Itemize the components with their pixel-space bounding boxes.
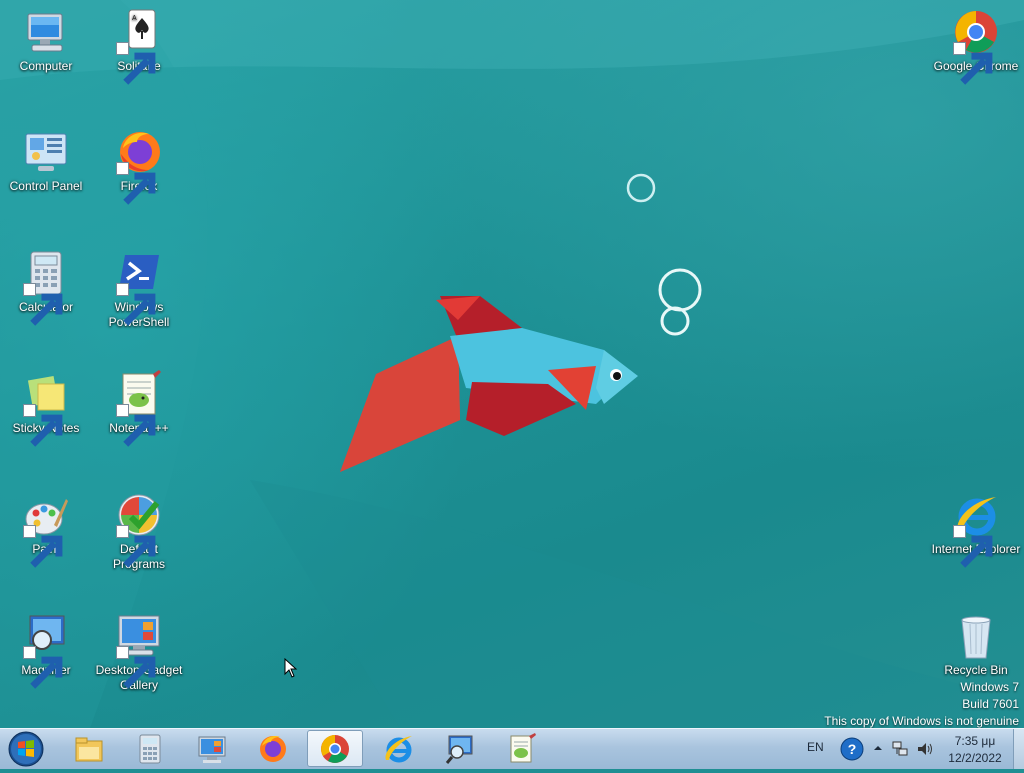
remote-desktop-icon: [198, 736, 226, 763]
network-icon[interactable]: [891, 740, 909, 758]
firefox-icon: [115, 128, 163, 205]
shortcut-arrow-icon: [116, 404, 156, 447]
default-programs-icon: [115, 491, 163, 568]
desktop-icon-label: Control Panel: [9, 179, 83, 193]
calculator-icon: [139, 734, 161, 763]
shortcut-arrow-icon: [23, 283, 63, 326]
desktop-icon-chrome[interactable]: Google Chrome: [930, 8, 1022, 85]
shortcut-arrow-icon: [116, 646, 156, 689]
control-panel-icon: [22, 128, 70, 176]
recycle-bin-icon: [952, 612, 1000, 660]
volume-icon[interactable]: [916, 740, 934, 758]
windows-watermark: Windows 7 Build 7601 This copy of Window…: [824, 679, 1019, 728]
svg-text:A: A: [132, 15, 137, 22]
internet-explorer-icon: [952, 491, 1000, 568]
desktop-icon-firefox[interactable]: Firefox: [93, 128, 185, 205]
mouse-cursor-icon: [284, 658, 298, 678]
desktop-icon-internet-explorer[interactable]: Internet Explorer: [930, 491, 1022, 568]
desktop-icon-gadget-gallery[interactable]: Desktop Gadget Gallery: [93, 612, 185, 693]
desktop-icon-control-panel[interactable]: Control Panel: [0, 128, 92, 194]
svg-text:?: ?: [848, 741, 857, 757]
shortcut-arrow-icon: [953, 42, 993, 85]
clock-time[interactable]: 7:35 μμ: [940, 734, 1010, 748]
shortcut-arrow-icon: [23, 646, 63, 689]
magnifier-icon: [445, 735, 473, 764]
desktop-icon-label: Computer: [19, 59, 73, 73]
windows-orb-icon: [8, 731, 44, 767]
desktop-icon-recycle-bin[interactable]: Recycle Bin: [930, 612, 1022, 678]
desktop[interactable]: Computer Control Panel Calculator Sticky…: [0, 0, 1024, 728]
shortcut-arrow-icon: [23, 404, 63, 447]
shortcut-arrow-icon: [116, 162, 156, 205]
show-hidden-icons-icon[interactable]: [873, 743, 883, 753]
calculator-icon: [22, 249, 70, 326]
solitaire-icon: A: [115, 8, 163, 85]
firefox-icon: [260, 735, 286, 762]
shortcut-arrow-icon: [953, 525, 993, 568]
help-icon[interactable]: ?: [840, 737, 864, 761]
shortcut-arrow-icon: [116, 525, 156, 568]
taskbar: EN ? 7:35 μμ 12/2/2022: [0, 728, 1024, 769]
taskbar-calculator-button[interactable]: [122, 730, 178, 767]
clock-date[interactable]: 12/2/2022: [940, 751, 1010, 765]
magnifier-icon: [22, 612, 70, 689]
taskbar-notepadpp-button[interactable]: [493, 730, 549, 767]
computer-icon: [22, 8, 70, 56]
desktop-icon-sticky-notes[interactable]: Sticky Notes: [0, 370, 92, 447]
taskbar-internet-explorer-button[interactable]: [370, 730, 426, 767]
chrome-icon: [952, 8, 1000, 85]
sticky-notes-icon: [22, 370, 70, 447]
gadget-gallery-icon: [115, 612, 163, 689]
chrome-icon: [321, 734, 349, 763]
shortcut-arrow-icon: [116, 283, 156, 326]
desktop-icon-notepadpp[interactable]: Notepad++: [93, 370, 185, 447]
taskbar-magnifier-button[interactable]: [431, 730, 487, 767]
shortcut-arrow-icon: [23, 525, 63, 568]
desktop-icon-paint[interactable]: Paint: [0, 491, 92, 568]
desktop-icon-computer[interactable]: Computer: [0, 8, 92, 74]
watermark-genuine-notice: This copy of Windows is not genuine: [824, 714, 1019, 728]
paint-icon: [22, 491, 70, 568]
taskbar-remote-desktop-button[interactable]: [184, 730, 240, 767]
language-indicator[interactable]: EN: [807, 740, 824, 754]
internet-explorer-icon: [385, 735, 412, 762]
system-tray: EN ? 7:35 μμ 12/2/2022: [800, 729, 1024, 769]
desktop-icon-default-programs[interactable]: Default Programs: [93, 491, 185, 572]
notepadpp-icon: [510, 732, 536, 762]
desktop-icon-calculator[interactable]: Calculator: [0, 249, 92, 326]
desktop-icon-label: Recycle Bin: [944, 663, 1008, 677]
shortcut-arrow-icon: [116, 42, 156, 85]
explorer-icon: [75, 737, 103, 761]
notepadpp-icon: [115, 370, 163, 447]
taskbar-chrome-button[interactable]: [307, 730, 363, 767]
watermark-build: Build 7601: [962, 697, 1019, 711]
desktop-icon-solitaire[interactable]: A Solitaire: [93, 8, 185, 85]
show-desktop-button[interactable]: [1013, 729, 1024, 769]
desktop-icon-magnifier[interactable]: Magnifier: [0, 612, 92, 689]
taskbar-firefox-button[interactable]: [245, 730, 301, 767]
watermark-edition: Windows 7: [960, 680, 1019, 694]
start-button[interactable]: [4, 730, 48, 768]
taskbar-explorer-button[interactable]: [61, 730, 117, 767]
powershell-icon: [115, 249, 163, 326]
desktop-icon-powershell[interactable]: Windows PowerShell: [93, 249, 185, 330]
